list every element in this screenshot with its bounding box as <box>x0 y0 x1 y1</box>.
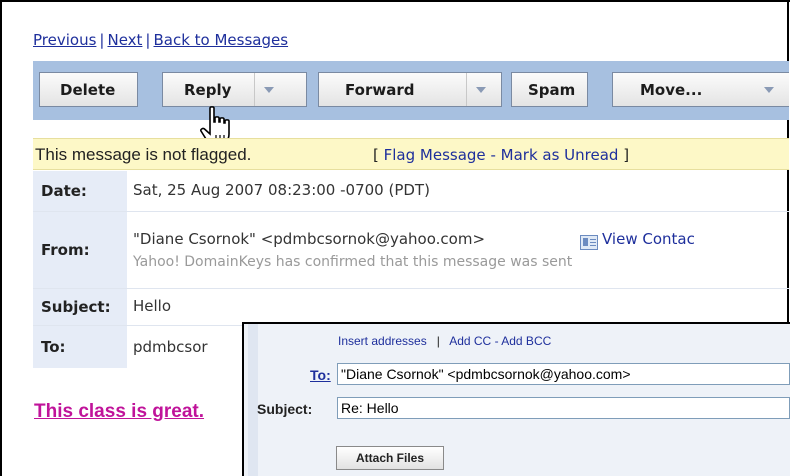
spam-button[interactable]: Spam <box>511 72 588 107</box>
add-cc-link[interactable]: Add CC <box>449 334 491 348</box>
date-value: Sat, 25 Aug 2007 08:23:00 -0700 (PDT) <box>133 181 430 199</box>
from-label: From: <box>33 212 127 288</box>
compose-to-label[interactable]: To: <box>310 367 331 383</box>
previous-link[interactable]: Previous <box>33 31 96 49</box>
move-button-label: Move... <box>640 80 703 99</box>
row-divider <box>33 211 789 212</box>
compose-side-stripe <box>248 324 258 476</box>
compose-address-links: Insert addresses | Add CC - Add BCC <box>338 334 551 348</box>
back-to-messages-link[interactable]: Back to Messages <box>153 31 288 49</box>
message-toolbar: Delete Reply Forward Spam Move... <box>33 61 789 120</box>
delete-button[interactable]: Delete <box>39 72 138 107</box>
flag-status-bar: This message is not flagged. [ Flag Mess… <box>33 138 789 170</box>
compose-subject-field[interactable]: Re: Hello <box>337 397 790 419</box>
date-label: Date: <box>33 171 127 211</box>
nav-separator: | <box>145 31 151 49</box>
insert-addresses-link[interactable]: Insert addresses <box>338 334 427 348</box>
forward-button-label: Forward <box>345 80 415 99</box>
compose-to-field[interactable]: "Diane Csornok" <pdmbcsornok@yahoo.com> <box>337 363 790 385</box>
view-contact-link[interactable]: View Contac <box>602 230 695 248</box>
reply-button-label: Reply <box>184 80 232 99</box>
to-label: To: <box>33 326 127 368</box>
add-bcc-link[interactable]: Add BCC <box>501 334 551 348</box>
forward-dropdown-arrow-icon[interactable] <box>466 73 495 106</box>
window-frame-left <box>0 0 2 476</box>
from-value: "Diane Csornok" <pdmbcsornok@yahoo.com> <box>133 230 486 248</box>
flag-status-text: This message is not flagged. <box>35 145 252 164</box>
flag-message-link[interactable]: Flag Message <box>384 146 486 164</box>
domainkeys-notice: Yahoo! DomainKeys has confirmed that thi… <box>133 254 573 270</box>
flag-actions-separator: - <box>490 146 496 164</box>
next-link[interactable]: Next <box>107 31 142 49</box>
reply-button[interactable]: Reply <box>162 72 307 107</box>
attach-files-button[interactable]: Attach Files <box>336 446 444 470</box>
move-dropdown-arrow-icon[interactable] <box>755 73 783 106</box>
bracket-open: [ <box>373 146 379 164</box>
delete-button-label: Delete <box>60 80 116 99</box>
reply-dropdown-arrow-icon[interactable] <box>254 73 283 106</box>
subject-label: Subject: <box>33 289 127 325</box>
mark-as-unread-link[interactable]: Mark as Unread <box>501 146 619 164</box>
flag-actions: [ Flag Message - Mark as Unread ] <box>373 146 629 164</box>
spam-button-label: Spam <box>528 80 576 99</box>
bracket-close: ] <box>623 146 630 164</box>
row-divider <box>33 288 789 289</box>
message-nav: Previous | Next | Back to Messages <box>33 31 288 49</box>
move-button[interactable]: Move... <box>612 72 789 107</box>
subject-value: Hello <box>133 297 172 315</box>
compose-subject-label: Subject: <box>257 401 313 417</box>
compose-links-separator: | <box>436 334 440 348</box>
to-value: pdmbcsor <box>133 338 208 356</box>
message-body-text: This class is great. <box>34 401 205 422</box>
compose-links-dash: - <box>494 334 499 348</box>
nav-separator: | <box>99 31 105 49</box>
window-frame-top <box>0 0 790 2</box>
forward-button[interactable]: Forward <box>318 72 502 107</box>
contact-card-icon[interactable] <box>580 235 598 250</box>
